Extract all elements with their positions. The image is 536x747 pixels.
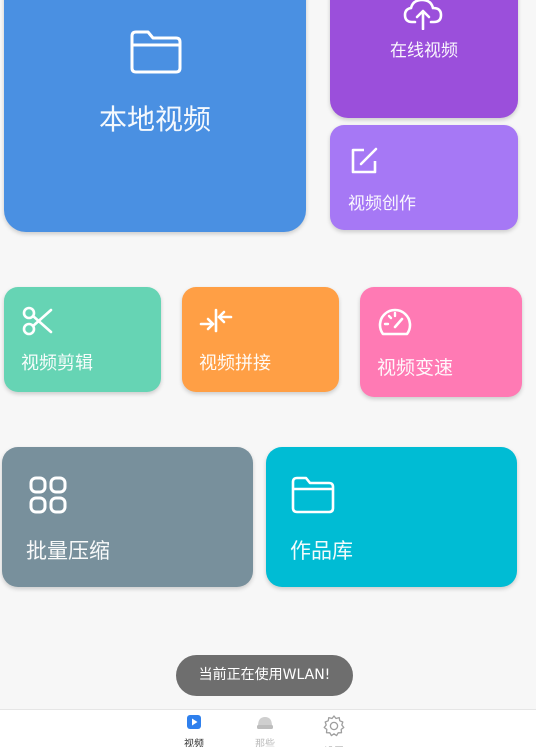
batch-compress-label: 批量压缩 xyxy=(26,539,110,563)
local-video-label: 本地视频 xyxy=(98,103,211,136)
hat-icon xyxy=(245,714,285,734)
video-speed-label: 视频变速 xyxy=(377,357,454,379)
video-cut-label: 视频剪辑 xyxy=(21,353,93,374)
cloud-upload-icon xyxy=(403,0,443,34)
nav-item-video[interactable]: 视频 xyxy=(174,714,214,747)
folder-icon xyxy=(290,475,336,519)
edit-icon xyxy=(348,145,380,181)
play-icon xyxy=(174,714,214,734)
nav-item-video-label: 视频 xyxy=(184,739,204,747)
local-video-tile[interactable]: 本地视频 xyxy=(4,0,306,232)
scissors-icon xyxy=(21,304,55,342)
nav-item-middle[interactable]: 那些 xyxy=(245,714,285,747)
batch-compress-tile[interactable]: 批量压缩 xyxy=(2,447,253,587)
speedometer-icon xyxy=(377,307,413,343)
folder-icon xyxy=(128,28,184,80)
video-cut-tile[interactable]: 视频剪辑 xyxy=(4,287,161,392)
works-library-label: 作品库 xyxy=(290,539,353,563)
nav-item-settings[interactable]: 设置 xyxy=(314,714,354,747)
online-video-tile[interactable]: 在线视频 xyxy=(330,0,518,118)
home-screen: 本地视频 在线视频 视频创作 视频剪辑 视频拼接 视频变速 批量压缩 作品库 当… xyxy=(0,0,536,747)
video-join-tile[interactable]: 视频拼接 xyxy=(182,287,339,392)
works-library-tile[interactable]: 作品库 xyxy=(266,447,517,587)
online-video-label: 在线视频 xyxy=(390,41,458,61)
merge-arrows-icon xyxy=(199,307,233,339)
video-create-tile[interactable]: 视频创作 xyxy=(330,125,518,230)
video-speed-tile[interactable]: 视频变速 xyxy=(360,287,522,397)
bottom-nav: 视频 那些 设置 xyxy=(0,709,536,747)
nav-item-middle-label: 那些 xyxy=(255,739,275,747)
nav-item-settings-label: 设置 xyxy=(314,743,354,747)
video-join-label: 视频拼接 xyxy=(199,353,271,374)
grid-icon xyxy=(28,475,68,519)
video-create-label: 视频创作 xyxy=(348,194,416,214)
gear-icon xyxy=(314,714,354,742)
toast-message: 当前正在使用WLAN! xyxy=(176,655,353,696)
